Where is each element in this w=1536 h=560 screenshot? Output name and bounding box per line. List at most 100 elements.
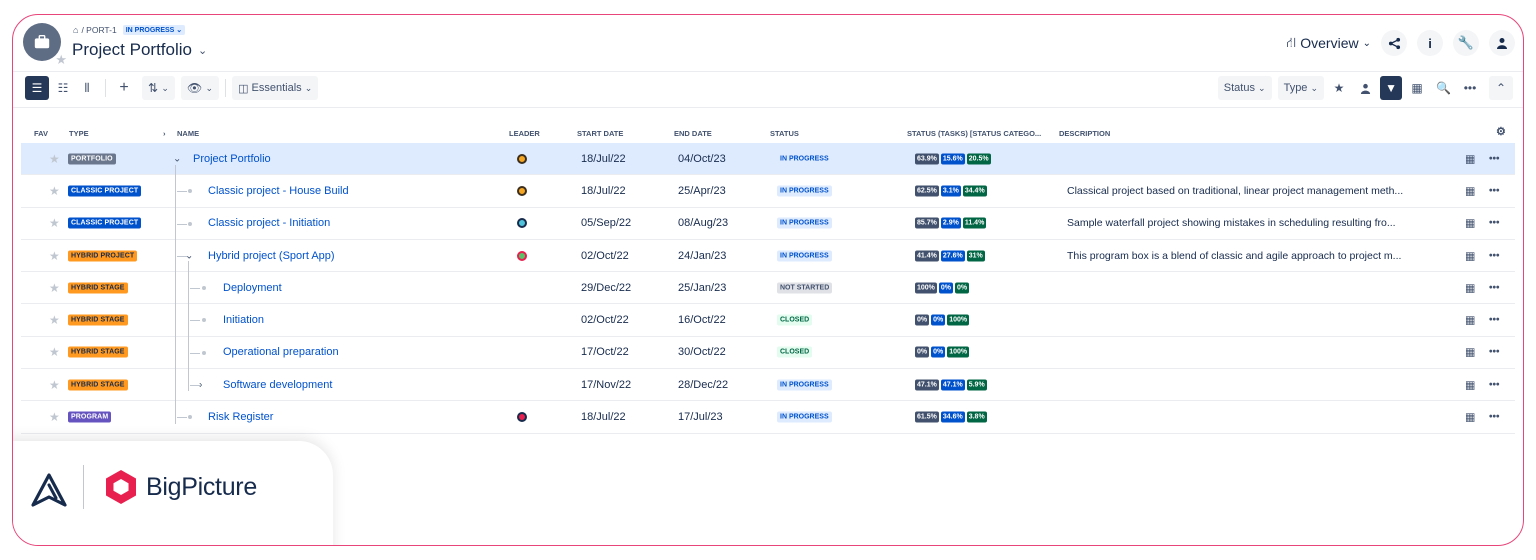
col-status[interactable]: STATUS: [770, 129, 799, 138]
table-row[interactable]: ★ HYBRID STAGE Operational preparation 17/O…: [21, 337, 1515, 370]
more-icon[interactable]: •••: [1489, 315, 1500, 326]
list-view-icon[interactable]: ☰: [25, 76, 49, 100]
description: Classical project based on traditional, …: [1067, 184, 1404, 197]
columns-icon: ◫: [238, 82, 249, 95]
more-icon[interactable]: •••: [1489, 379, 1500, 390]
item-name-link[interactable]: Classic project - Initiation: [208, 217, 330, 229]
avatar[interactable]: [517, 412, 527, 423]
essentials-button[interactable]: ◫ Essentials ⌄: [232, 76, 319, 100]
star-icon[interactable]: ★: [49, 216, 60, 230]
expand-all-icon[interactable]: ›: [163, 129, 166, 138]
item-name-link[interactable]: Operational preparation: [223, 346, 339, 358]
star-icon[interactable]: ★: [49, 313, 60, 327]
chevron-down-icon[interactable]: ⌄: [173, 153, 181, 164]
star-icon[interactable]: ★: [49, 345, 60, 359]
favorites-icon[interactable]: ★: [1328, 76, 1350, 100]
view-selector[interactable]: ⛙ Overview ⌄: [1286, 34, 1371, 53]
star-icon[interactable]: ★: [49, 281, 60, 295]
star-icon[interactable]: ★: [49, 152, 60, 166]
col-fav[interactable]: FAV: [34, 129, 48, 138]
star-icon[interactable]: ★: [49, 378, 60, 392]
status-category-badge: 0%: [931, 346, 946, 358]
more-icon[interactable]: •••: [1489, 250, 1500, 261]
star-icon[interactable]: ★: [55, 53, 67, 66]
tree-connector: [190, 320, 200, 322]
table-row[interactable]: ★ PROGRAM Risk Register 18/Jul/22 17/Jul/23 I…: [21, 401, 1515, 434]
user-filter-icon[interactable]: [1354, 76, 1376, 100]
board-icon[interactable]: ▦: [1465, 378, 1475, 391]
wrench-icon[interactable]: 🔧: [1453, 30, 1479, 56]
status-category-badge: 3.8%: [966, 411, 987, 423]
col-leader[interactable]: LEADER: [509, 129, 540, 138]
page-title[interactable]: Project Portfolio ⌄: [72, 40, 207, 60]
table-row[interactable]: ★ HYBRID STAGE › Software development 17/Nov…: [21, 369, 1515, 402]
share-icon[interactable]: [1381, 30, 1407, 56]
item-name-link[interactable]: Initiation: [223, 314, 264, 326]
board-icon[interactable]: ▦: [1465, 152, 1475, 165]
user-icon[interactable]: [1489, 30, 1515, 56]
table-row[interactable]: ★ HYBRID PROJECT ⌄ Hybrid project (Sport Ap…: [21, 240, 1515, 273]
header-actions: ⛙ Overview ⌄ i 🔧: [1286, 30, 1515, 56]
board-icon[interactable]: ▦: [1465, 411, 1475, 424]
col-status-tasks[interactable]: STATUS (TASKS) [STATUS CATEGO...: [907, 129, 1041, 138]
board-icon[interactable]: ▦: [1465, 346, 1475, 359]
col-type[interactable]: TYPE: [69, 129, 89, 138]
table-row[interactable]: ★ CLASSIC PROJECT Classic project - Initia…: [21, 208, 1515, 240]
board-icon[interactable]: ▦: [1465, 281, 1475, 294]
item-name-link[interactable]: Hybrid project (Sport App): [208, 250, 335, 262]
item-name-link[interactable]: Project Portfolio: [193, 153, 271, 165]
add-icon[interactable]: +: [112, 76, 136, 100]
breadcrumb-status-badge[interactable]: IN PROGRESS ⌄: [122, 25, 186, 35]
item-name-link[interactable]: Risk Register: [208, 411, 273, 423]
calendar-icon[interactable]: ▦: [1406, 76, 1428, 100]
more-icon[interactable]: •••: [1489, 282, 1500, 293]
status-filter[interactable]: Status ⌄: [1217, 76, 1272, 100]
board-icon[interactable]: ▦: [1465, 314, 1475, 327]
item-name-link[interactable]: Software development: [223, 379, 332, 391]
avatar[interactable]: [517, 153, 527, 164]
star-icon[interactable]: ★: [49, 249, 60, 263]
board-icon[interactable]: ▦: [1465, 249, 1475, 262]
sort-button[interactable]: ⇅ ⌄: [142, 76, 175, 100]
item-name-link[interactable]: Classic project - House Build: [208, 185, 349, 197]
board-view-icon[interactable]: ⦀: [75, 76, 99, 100]
more-icon[interactable]: •••: [1459, 76, 1481, 100]
search-icon[interactable]: 🔍: [1432, 76, 1455, 100]
col-end-date[interactable]: END DATE: [674, 129, 712, 138]
breadcrumb-project-key[interactable]: / PORT-1: [81, 25, 116, 35]
col-description[interactable]: DESCRIPTION: [1059, 129, 1110, 138]
more-icon[interactable]: •••: [1489, 347, 1500, 358]
star-icon[interactable]: ★: [49, 184, 60, 198]
project-avatar[interactable]: ★: [23, 23, 67, 66]
status-category-badge: 100%: [947, 346, 970, 358]
settings-gear-icon[interactable]: ⚙: [1496, 125, 1506, 138]
home-icon[interactable]: ⌂: [73, 25, 78, 35]
type-badge: PORTFOLIO: [68, 153, 116, 165]
more-icon[interactable]: •••: [1489, 412, 1500, 423]
avatar[interactable]: [517, 250, 527, 261]
type-badge: HYBRID STAGE: [68, 282, 128, 294]
chevron-right-icon[interactable]: ›: [199, 379, 202, 390]
collapse-icon[interactable]: ⌃: [1489, 76, 1513, 100]
board-icon[interactable]: ▦: [1465, 184, 1475, 197]
star-icon[interactable]: ★: [49, 410, 60, 424]
more-icon[interactable]: •••: [1489, 218, 1500, 229]
table-row[interactable]: ★ PORTFOLIO ⌄ Project Portfolio 18/Jul/22 04/…: [21, 143, 1515, 176]
type-filter[interactable]: Type ⌄: [1277, 76, 1325, 100]
item-name-link[interactable]: Deployment: [223, 282, 282, 294]
table-row[interactable]: ★ CLASSIC PROJECT Classic project - House …: [21, 175, 1515, 208]
avatar[interactable]: [517, 218, 527, 229]
avatar[interactable]: [517, 185, 527, 196]
table-row[interactable]: ★ HYBRID STAGE Deployment 29/Dec/22 25/Jan/2…: [21, 272, 1515, 305]
info-icon[interactable]: i: [1417, 30, 1443, 56]
filter-icon[interactable]: ▼: [1380, 76, 1403, 100]
col-name[interactable]: NAME: [177, 129, 199, 138]
chevron-down-icon[interactable]: ⌄: [185, 250, 193, 261]
board-icon[interactable]: ▦: [1465, 217, 1475, 230]
more-icon[interactable]: •••: [1489, 153, 1500, 164]
table-row[interactable]: ★ HYBRID STAGE Initiation 02/Oct/22 16/Oct/2…: [21, 304, 1515, 337]
more-icon[interactable]: •••: [1489, 185, 1500, 196]
col-start-date[interactable]: START DATE: [577, 129, 623, 138]
tree-view-icon[interactable]: ☷: [51, 76, 75, 100]
visibility-button[interactable]: 👁 ⌄: [180, 76, 220, 100]
